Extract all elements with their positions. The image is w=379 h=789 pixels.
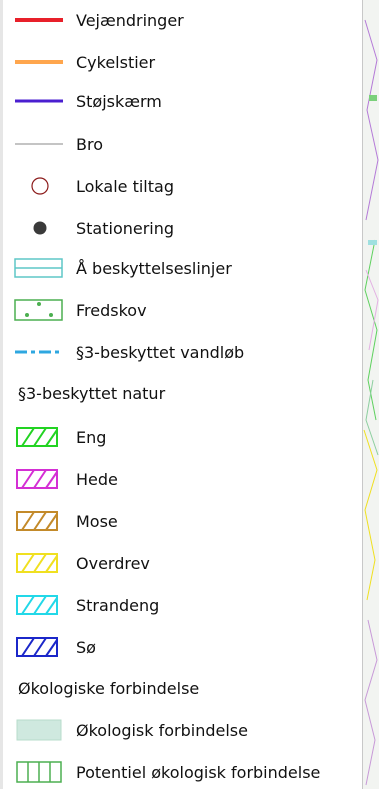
legend-label: Lokale tiltag bbox=[76, 176, 174, 196]
legend-item-stojskaerm: Støjskærm bbox=[14, 89, 162, 113]
legend-item-mose: Mose bbox=[14, 509, 118, 533]
legend-item-strandeng: Strandeng bbox=[14, 593, 159, 617]
legend-item-stationering: Stationering bbox=[14, 216, 174, 240]
legend-item-so: Sø bbox=[14, 635, 96, 659]
hatch-green-icon bbox=[14, 425, 64, 449]
hatch-brown-icon bbox=[14, 509, 64, 533]
legend-label: Å beskyttelseslinjer bbox=[76, 258, 232, 278]
map-legend-panel: Vejændringer Cykelstier Støjskærm Bro Lo… bbox=[0, 0, 363, 789]
legend-item-vejaendringer: Vejændringer bbox=[14, 8, 184, 32]
hatch-blue-icon bbox=[14, 635, 64, 659]
legend-label: Strandeng bbox=[76, 595, 160, 615]
legend-item-lokale-tiltag: Lokale tiltag bbox=[14, 174, 174, 198]
hollow-circle-icon bbox=[14, 174, 64, 198]
dotted-box-icon bbox=[14, 298, 64, 322]
legend-label: Cykelstier bbox=[76, 52, 156, 72]
panel-edge bbox=[0, 0, 3, 789]
striped-green-box-icon bbox=[14, 760, 64, 784]
legend-heading-okologiske: Økologiske forbindelse bbox=[18, 679, 200, 698]
legend-item-beskyttet-vandlob: §3-beskyttet vandløb bbox=[14, 340, 244, 364]
red-line-icon bbox=[14, 8, 64, 32]
legend-item-eng: Eng bbox=[14, 425, 106, 449]
legend-heading-natur: §3-beskyttet natur bbox=[18, 384, 166, 403]
filled-circle-icon bbox=[14, 216, 64, 240]
legend-item-okologisk-forbindelse: Økologisk forbindelse bbox=[14, 718, 248, 742]
legend-label: §3-beskyttet vandløb bbox=[76, 342, 245, 362]
legend-label: Bro bbox=[76, 134, 103, 154]
legend-label: Vejændringer bbox=[76, 10, 184, 30]
legend-item-a-beskyttelseslinjer: Å beskyttelseslinjer bbox=[14, 256, 232, 280]
legend-label: Overdrev bbox=[76, 553, 150, 573]
double-line-box-icon bbox=[14, 256, 64, 280]
legend-item-bro: Bro bbox=[14, 132, 103, 156]
legend-item-hede: Hede bbox=[14, 467, 118, 491]
dash-dot-line-icon bbox=[14, 340, 64, 364]
legend-label: Stationering bbox=[76, 218, 175, 238]
legend-label: Støjskærm bbox=[76, 91, 162, 111]
legend-label: Mose bbox=[76, 511, 118, 531]
legend-label: Hede bbox=[76, 469, 118, 489]
legend-label: Eng bbox=[76, 427, 107, 447]
hatch-magenta-icon bbox=[14, 467, 64, 491]
orange-line-icon bbox=[14, 50, 64, 74]
legend-item-fredskov: Fredskov bbox=[14, 298, 147, 322]
legend-item-potentiel-okologisk-forbindelse: Potentiel økologisk forbindelse bbox=[14, 760, 320, 784]
hatch-yellow-icon bbox=[14, 551, 64, 575]
thin-gray-line-icon bbox=[14, 132, 64, 156]
legend-item-cykelstier: Cykelstier bbox=[14, 50, 155, 74]
hatch-cyan-icon bbox=[14, 593, 64, 617]
purple-line-icon bbox=[14, 89, 64, 113]
map-background[interactable] bbox=[363, 0, 379, 789]
legend-label: Potentiel økologisk forbindelse bbox=[76, 762, 321, 782]
filled-green-box-icon bbox=[14, 718, 64, 742]
legend-item-overdrev: Overdrev bbox=[14, 551, 150, 575]
legend-label: Økologisk forbindelse bbox=[76, 720, 248, 740]
legend-label: Fredskov bbox=[76, 300, 147, 320]
legend-label: Sø bbox=[76, 637, 96, 657]
